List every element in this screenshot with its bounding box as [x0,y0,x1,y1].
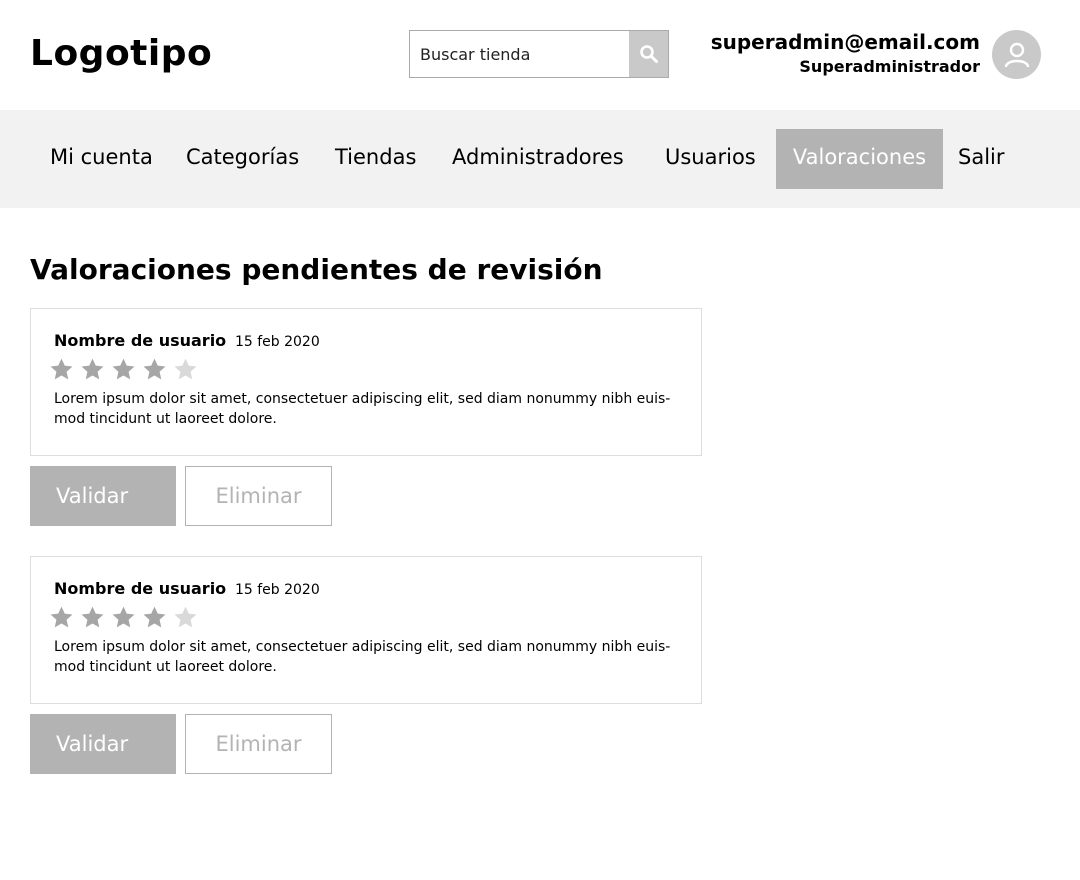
review-text: Lorem ipsum dolor sit amet, consectetuer… [54,391,671,427]
main-content: Valoraciones pendientes de revisión Nomb… [30,250,702,774]
review-card: Nombre de usuario 15 feb 2020 Lorem ipsu… [30,308,702,456]
delete-button[interactable]: Eliminar [185,714,332,774]
review-header: Nombre de usuario 15 feb 2020 [54,579,320,598]
validate-button[interactable]: Validar [30,466,176,526]
review-text: Lorem ipsum dolor sit amet, consectetuer… [54,639,671,675]
review-date: 15 feb 2020 [234,334,320,350]
star-rating [49,357,198,382]
star-empty-icon [174,358,197,380]
nav-item-valoraciones[interactable]: Valoraciones [776,129,943,189]
search-button[interactable] [629,31,668,77]
nav-item-salir[interactable]: Salir [958,129,1005,189]
star-filled-icon [112,358,135,380]
star-filled-icon [143,358,166,380]
star-empty-icon [174,606,197,628]
delete-button[interactable]: Eliminar [185,466,332,526]
search-input[interactable] [410,31,630,77]
review-date: 15 feb 2020 [234,582,320,598]
user-info: superadmin@email.com Superadministrador [711,30,980,80]
nav-item-tiendas[interactable]: Tiendas [335,129,416,189]
review-username: Nombre de usuario [54,331,227,350]
star-filled-icon [81,606,104,628]
header: Logotipo superadmin@email.com Superadmin… [0,0,1080,110]
user-icon [1004,42,1029,67]
star-filled-icon [143,606,166,628]
main-nav: Mi cuenta Categorías Tiendas Administrad… [0,110,1080,208]
logo[interactable]: Logotipo [30,33,212,74]
review-card: Nombre de usuario 15 feb 2020 Lorem ipsu… [30,556,702,704]
validate-button[interactable]: Validar [30,714,176,774]
review-header: Nombre de usuario 15 feb 2020 [54,331,320,350]
user-email: superadmin@email.com [710,30,980,54]
nav-item-categorias[interactable]: Categorías [186,129,299,189]
nav-item-mi-cuenta[interactable]: Mi cuenta [50,129,153,189]
nav-item-administradores[interactable]: Administradores [452,129,624,189]
page-title: Valoraciones pendientes de revisión [30,253,603,286]
star-filled-icon [50,358,73,380]
nav-item-usuarios[interactable]: Usuarios [665,129,756,189]
star-rating [49,605,198,630]
search-icon [639,45,658,63]
review-username: Nombre de usuario [54,579,227,598]
star-filled-icon [50,606,73,628]
user-role: Superadministrador [799,57,980,76]
star-filled-icon [112,606,135,628]
avatar[interactable] [992,30,1041,79]
star-filled-icon [81,358,104,380]
search-box [409,30,669,78]
